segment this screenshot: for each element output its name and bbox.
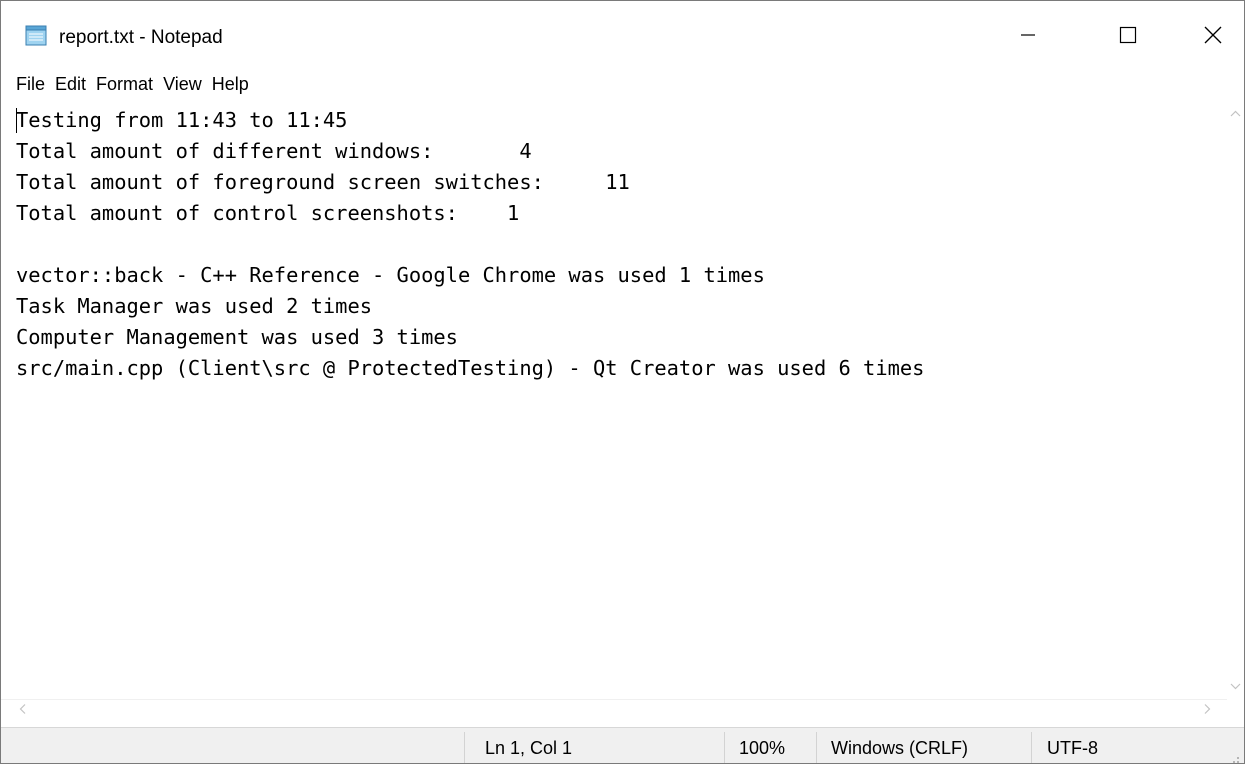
notepad-window: report.txt - Notepad File Edit Format Vi… xyxy=(0,0,1245,764)
horizontal-scrollbar[interactable] xyxy=(1,699,1227,717)
text-editor[interactable]: Testing from 11:43 to 11:45 Total amount… xyxy=(1,99,1227,699)
status-separator xyxy=(816,732,817,763)
menu-help[interactable]: Help xyxy=(207,70,254,98)
menu-bar: File Edit Format View Help xyxy=(1,69,1244,99)
editor-line: Total amount of control screenshots: 1 xyxy=(16,201,520,225)
scroll-right-icon[interactable] xyxy=(1201,702,1213,716)
scrollbar-corner xyxy=(1227,699,1244,716)
editor-line: Computer Management was used 3 times xyxy=(16,325,458,349)
zoom-level: 100% xyxy=(739,738,786,758)
scroll-left-icon[interactable] xyxy=(17,702,29,716)
title-bar[interactable]: report.txt - Notepad xyxy=(1,1,1244,69)
menu-format[interactable]: Format xyxy=(91,70,158,98)
editor-text: Testing from 11:43 to 11:45 Total amount… xyxy=(1,99,1227,384)
minimize-button[interactable] xyxy=(999,11,1057,63)
scroll-down-icon[interactable] xyxy=(1227,679,1244,691)
cursor-position: Ln 1, Col 1 xyxy=(485,738,573,758)
encoding: UTF-8 xyxy=(1047,738,1098,758)
status-bar: Ln 1, Col 1 100% Windows (CRLF) UTF-8 xyxy=(1,727,1244,763)
maximize-button[interactable] xyxy=(1099,11,1157,63)
line-ending: Windows (CRLF) xyxy=(831,738,969,758)
editor-line: Total amount of different windows: 4 xyxy=(16,139,532,163)
editor-line: vector::back - C++ Reference - Google Ch… xyxy=(16,263,765,287)
menu-edit[interactable]: Edit xyxy=(50,70,91,98)
resize-grip-icon[interactable] xyxy=(1228,748,1240,763)
editor-line: Total amount of foreground screen switch… xyxy=(16,170,630,194)
editor-line: src/main.cpp (Client\src @ ProtectedTest… xyxy=(16,356,925,380)
status-separator xyxy=(464,732,465,763)
maximize-icon xyxy=(1119,26,1137,49)
close-button[interactable] xyxy=(1184,11,1242,63)
menu-file[interactable]: File xyxy=(11,70,50,98)
vertical-scrollbar[interactable] xyxy=(1227,99,1244,699)
editor-line: Testing from 11:43 to 11:45 xyxy=(16,108,348,132)
text-caret xyxy=(16,108,17,133)
menu-view[interactable]: View xyxy=(158,70,207,98)
status-separator xyxy=(724,732,725,763)
status-separator xyxy=(1031,732,1032,763)
window-title: report.txt - Notepad xyxy=(59,27,223,48)
minimize-icon xyxy=(1020,27,1036,48)
close-icon xyxy=(1204,26,1222,49)
scroll-up-icon[interactable] xyxy=(1227,107,1244,119)
notepad-icon xyxy=(24,25,50,47)
editor-line: Task Manager was used 2 times xyxy=(16,294,373,318)
